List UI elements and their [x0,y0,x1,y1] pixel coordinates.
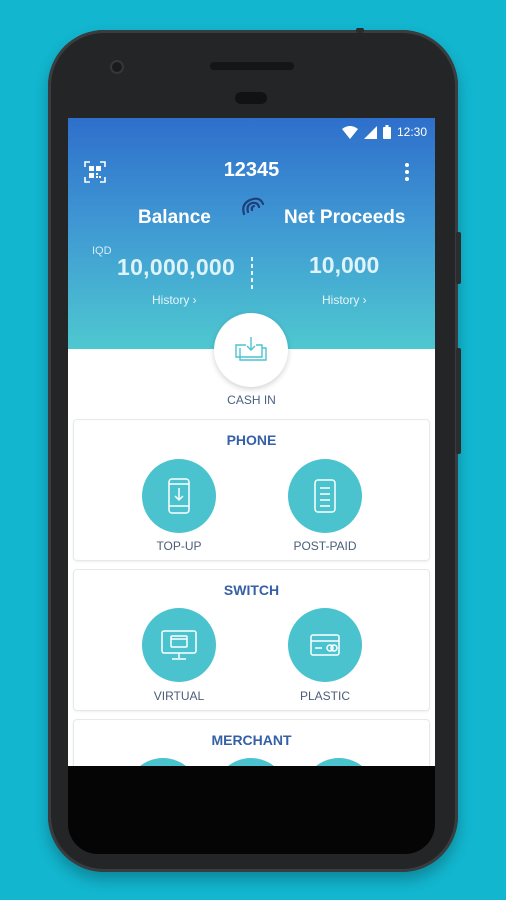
switch-section-title: SWITCH [223,582,280,598]
phone-bottom-bezel [68,766,435,854]
top-button [356,28,364,33]
power-button [456,232,461,284]
wifi-icon [341,125,358,139]
balance-label: Balance [138,207,211,228]
swirl-logo-icon [242,197,265,216]
front-camera [110,60,124,74]
status-bar: 12:30 [341,123,427,141]
virtual-button[interactable] [142,608,216,682]
volume-button [456,348,461,454]
cash-in-label: CASH IN [227,393,276,407]
net-history-link[interactable]: History › [322,293,367,307]
cash-in-button[interactable] [214,313,288,387]
top-up-label: TOP-UP [156,539,202,553]
merchant-button-2[interactable] [214,758,288,766]
phone-download-icon [168,478,190,514]
switch-section: SWITCH VIRTUAL PLASTIC [74,570,429,710]
post-paid-label: POST-PAID [293,539,357,553]
phone-section-title: PHONE [226,432,277,448]
currency-code: IQD [92,245,112,257]
earpiece-speaker [210,62,294,70]
balance-history-link[interactable]: History › [152,293,197,307]
app-screen: 12:30 12345 Balance Net Proceeds IQD 10, [68,118,435,766]
account-number: 12345 [223,159,280,181]
balance-value: 10,000,000 [117,254,236,280]
merchant-section-title: MERCHANT [211,732,292,748]
merchant-button-3[interactable] [302,758,376,766]
plastic-label: PLASTIC [299,689,350,703]
merchant-section: MERCHANT [74,720,429,766]
bill-document-icon [314,479,336,513]
proximity-sensor [235,92,267,104]
signal-icon [363,125,377,139]
virtual-label: VIRTUAL [153,689,205,703]
credit-card-icon [310,634,340,656]
merchant-button-1[interactable] [126,758,200,766]
phone-section: PHONE TOP-UP POST-PAID [74,420,429,560]
battery-icon [382,125,391,139]
monitor-card-icon [161,630,197,660]
status-time: 12:30 [396,125,427,139]
header-divider [251,257,253,289]
more-vertical-icon[interactable] [405,163,409,184]
net-proceeds-value: 10,000 [309,252,380,278]
post-paid-button[interactable] [288,459,362,533]
top-up-button[interactable] [142,459,216,533]
plastic-button[interactable] [288,608,362,682]
download-tray-icon [235,337,267,361]
net-proceeds-label: Net Proceeds [284,207,406,228]
